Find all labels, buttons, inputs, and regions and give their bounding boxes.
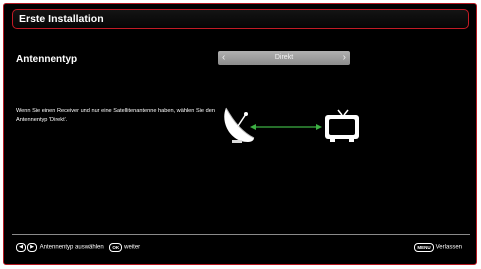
antenna-type-selector[interactable]: ‹ Direkt › — [218, 51, 350, 65]
footer-right: MENU Verlassen — [414, 243, 462, 252]
tv-icon — [325, 109, 359, 142]
arrow-right-icon[interactable]: › — [343, 51, 346, 65]
ok-hint: weiter — [124, 244, 141, 251]
footer-left: ◀ ▶ Antennentyp auswählen OK weiter — [16, 243, 140, 252]
footer-divider — [12, 234, 470, 235]
description-text: Wenn Sie einen Receiver und nur eine Sat… — [16, 108, 215, 123]
antenna-type-value: Direkt — [274, 54, 294, 61]
menu-key-icon: MENU — [414, 243, 434, 252]
right-key-icon: ▶ — [27, 243, 37, 252]
tv-osd-screen: Erste Installation Antennentyp ‹ Direkt … — [3, 3, 477, 265]
page-title: Erste Installation — [19, 13, 104, 25]
select-hint: Antennentyp auswählen — [39, 244, 104, 251]
title-bar: Erste Installation — [12, 9, 469, 29]
antenna-type-label: Antennentyp — [16, 54, 78, 65]
exit-hint: Verlassen — [435, 244, 462, 251]
connection-arrow — [250, 124, 322, 130]
left-key-icon: ◀ — [16, 243, 26, 252]
satellite-dish-icon — [224, 107, 255, 143]
ok-key-icon: OK — [109, 243, 123, 252]
antenna-diagram — [224, 107, 359, 143]
